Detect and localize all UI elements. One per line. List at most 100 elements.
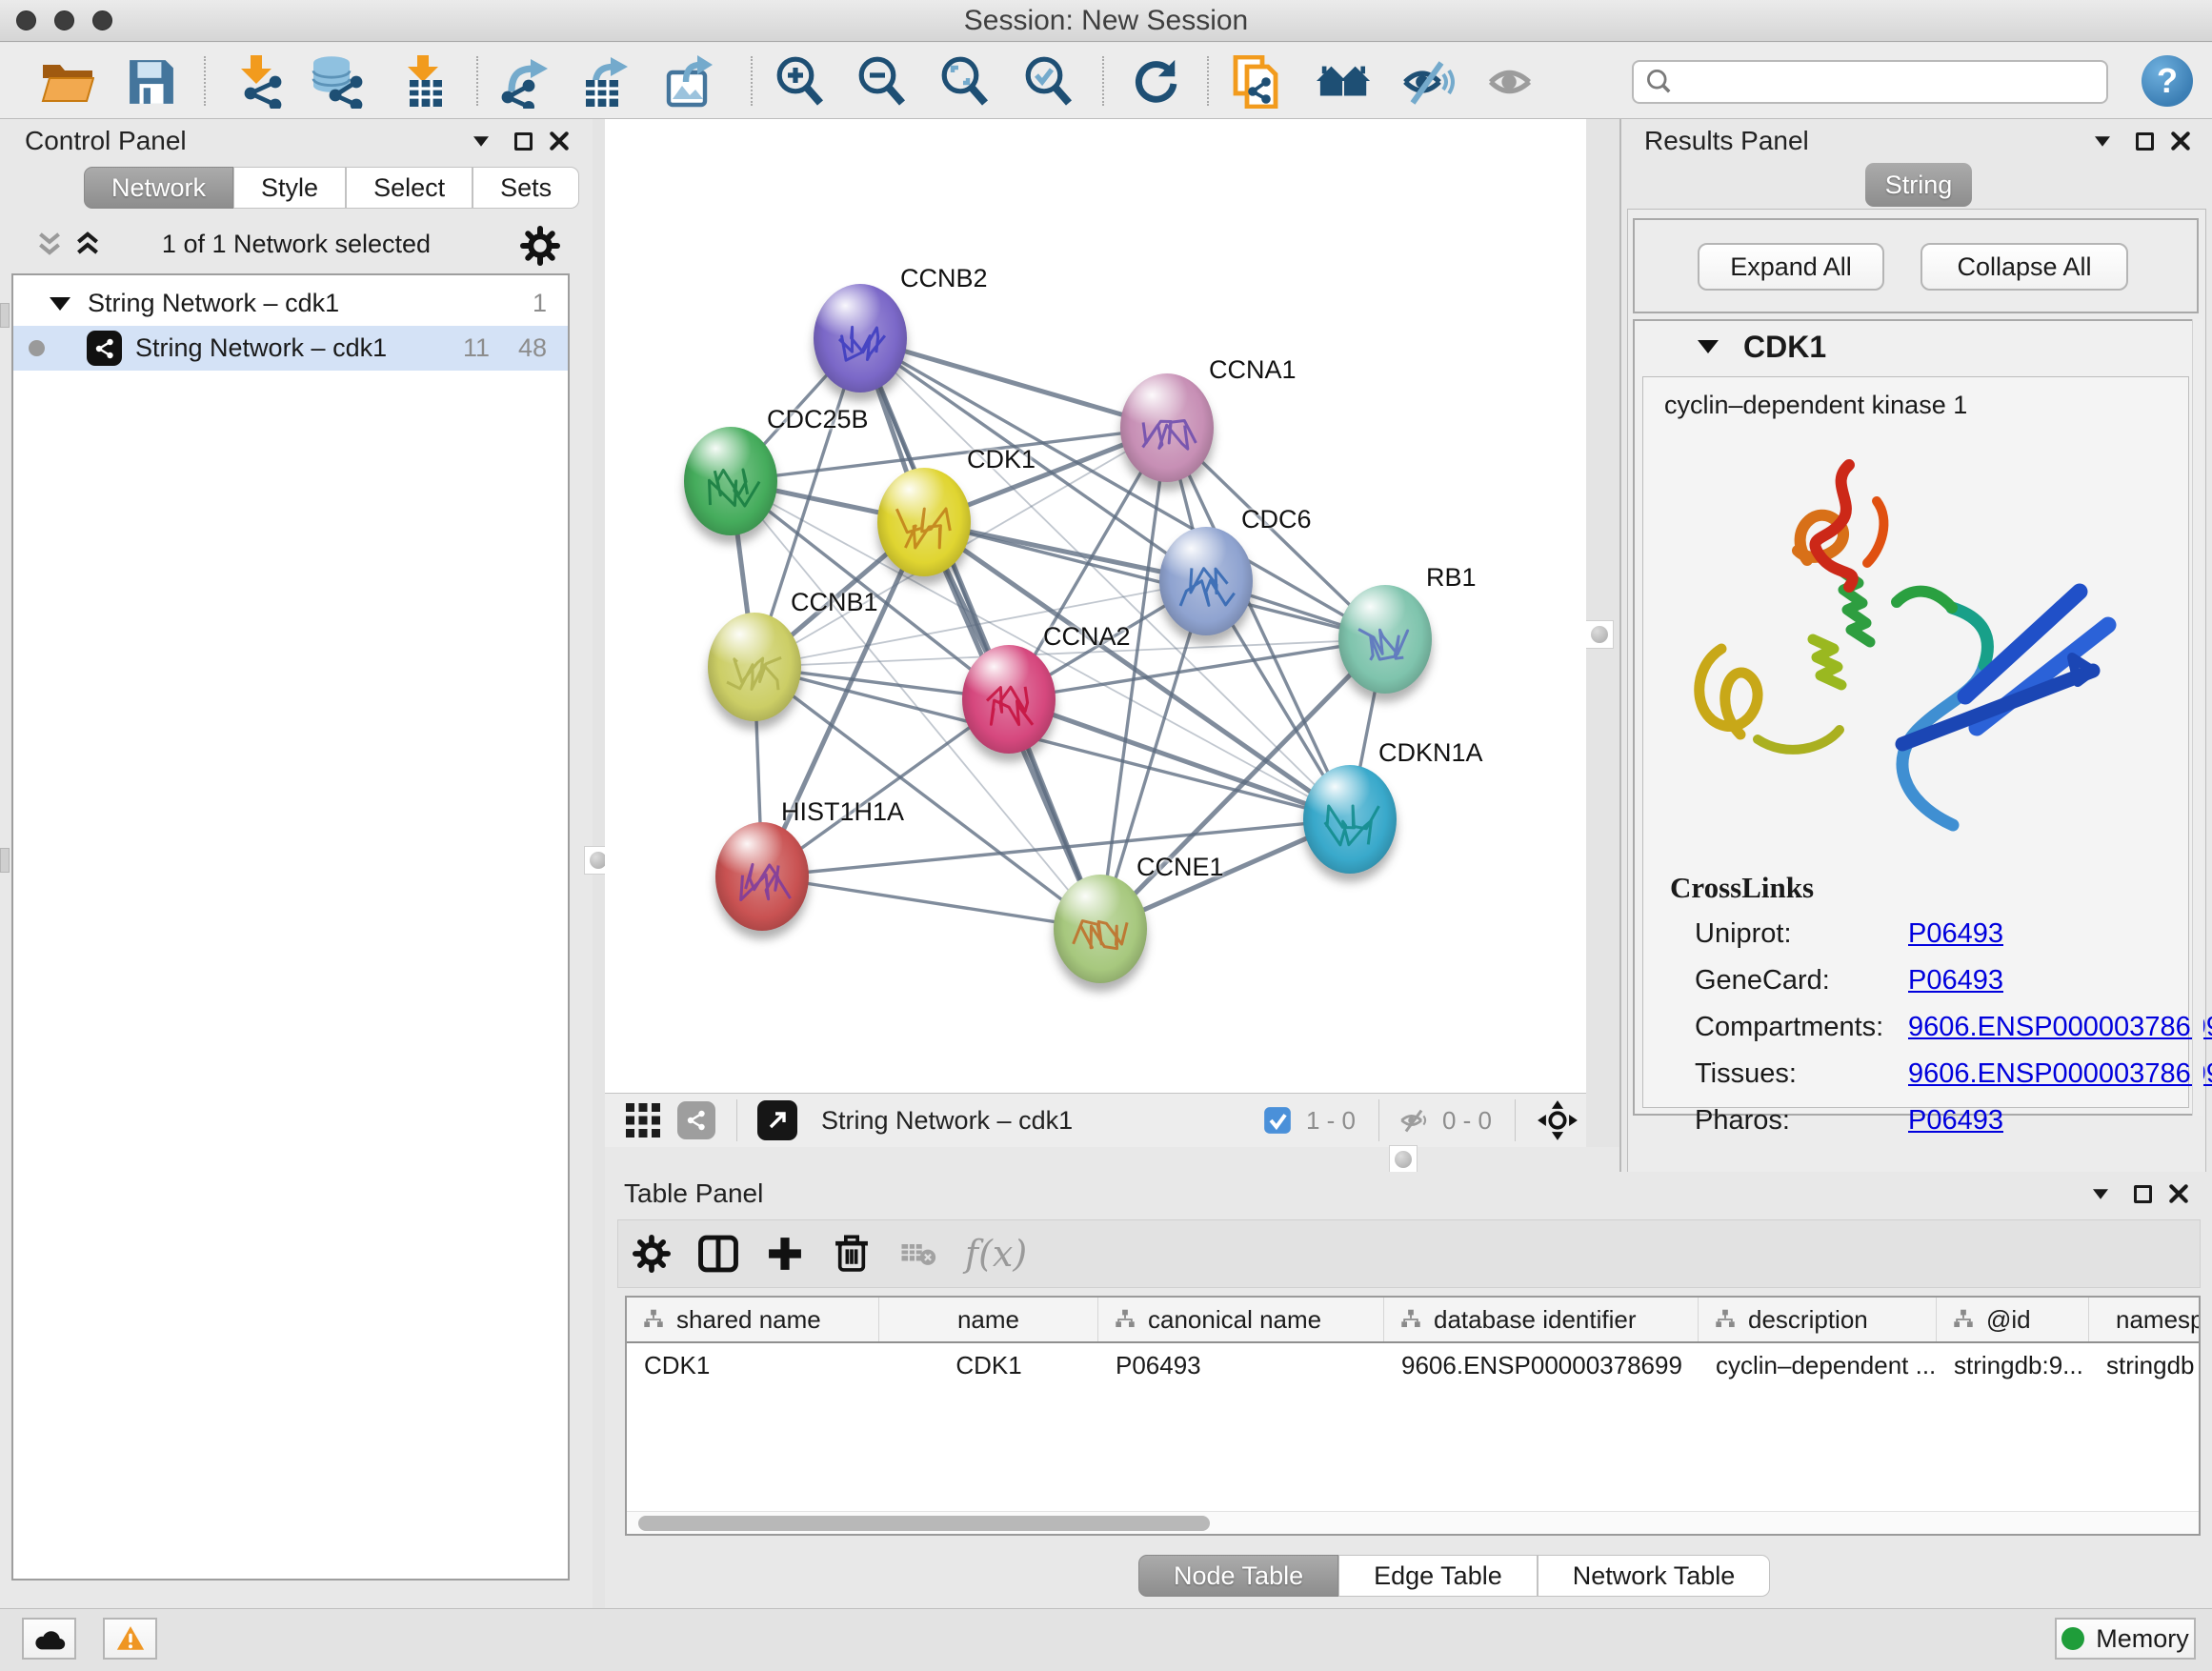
network-node-CCNA1[interactable]: [1120, 373, 1214, 482]
tree-expand-icon[interactable]: [50, 297, 70, 311]
tab-network-table[interactable]: Network Table: [1538, 1555, 1771, 1597]
refresh-icon[interactable]: [1128, 54, 1183, 110]
delete-column-trash-icon[interactable]: [818, 1227, 885, 1280]
panel-float-icon[interactable]: [2126, 1179, 2159, 1208]
home-icon[interactable]: [1317, 54, 1372, 110]
cell-id[interactable]: stringdb:9...: [1937, 1343, 2089, 1387]
crosslink-pharos-link[interactable]: P06493: [1908, 1105, 2003, 1137]
panel-float-icon[interactable]: [2128, 127, 2161, 155]
panel-edge-handle[interactable]: [0, 303, 10, 328]
export-image-icon[interactable]: [662, 54, 717, 110]
gene-entry-header[interactable]: CDK1: [1635, 321, 2197, 372]
network-node-CDC6[interactable]: [1159, 527, 1253, 635]
cell-name[interactable]: CDK1: [879, 1343, 1098, 1387]
splitter-handle[interactable]: [1585, 620, 1614, 649]
column-header[interactable]: database identifier: [1384, 1298, 1699, 1341]
network-node-RB1[interactable]: [1338, 585, 1432, 694]
save-session-icon[interactable]: [124, 54, 179, 110]
network-node-HIST1H1A[interactable]: [715, 822, 809, 931]
left-splitter[interactable]: [593, 119, 605, 1608]
column-header[interactable]: namespace: [2089, 1298, 2199, 1341]
export-network-icon[interactable]: [497, 54, 553, 110]
crosslink-tissues-link[interactable]: 9606.ENSP00000378699: [1908, 1058, 2212, 1090]
column-header[interactable]: canonical name: [1098, 1298, 1384, 1341]
tab-node-table[interactable]: Node Table: [1138, 1555, 1338, 1597]
cell-shared-name[interactable]: CDK1: [627, 1343, 879, 1387]
table-row[interactable]: CDK1 CDK1 P06493 9606.ENSP00000378699 cy…: [627, 1343, 2199, 1387]
panel-menu-icon[interactable]: [2084, 1179, 2117, 1208]
import-table-icon[interactable]: [397, 54, 452, 110]
panel-close-icon[interactable]: [2162, 1179, 2195, 1208]
copy-network-icon[interactable]: [1231, 54, 1286, 110]
tab-style[interactable]: Style: [233, 167, 346, 209]
table-hscrollbar[interactable]: [627, 1511, 2199, 1534]
crosslink-genecard-link[interactable]: P06493: [1908, 965, 2003, 997]
show-columns-icon[interactable]: [685, 1227, 752, 1280]
right-splitter[interactable]: [1583, 119, 1619, 1147]
open-session-icon[interactable]: [40, 54, 95, 110]
panel-close-icon[interactable]: [543, 127, 575, 155]
results-scrollbar[interactable]: [2192, 319, 2203, 1116]
network-collection-row[interactable]: String Network – cdk1 1: [13, 281, 568, 326]
import-network-file-icon[interactable]: [231, 54, 286, 110]
network-node-CDC25B[interactable]: [684, 427, 777, 535]
crosslink-uniprot-link[interactable]: P06493: [1908, 918, 2003, 950]
network-edge-HIST1H1A-CCNE1[interactable]: [762, 876, 1100, 929]
collapse-entry-icon[interactable]: [1698, 340, 1719, 353]
column-header[interactable]: @id: [1937, 1298, 2089, 1341]
tab-edge-table[interactable]: Edge Table: [1338, 1555, 1538, 1597]
network-node-CCNE1[interactable]: [1054, 875, 1147, 983]
tab-select[interactable]: Select: [346, 167, 473, 209]
zoom-fit-icon[interactable]: [938, 54, 994, 110]
column-header[interactable]: name: [879, 1298, 1098, 1341]
tab-network[interactable]: Network: [84, 167, 233, 209]
expand-all-button[interactable]: Expand All: [1698, 243, 1884, 291]
tab-sets[interactable]: Sets: [473, 167, 579, 209]
network-node-CCNB1[interactable]: [708, 613, 801, 721]
search-input[interactable]: [1683, 67, 2106, 98]
table-settings-gear-icon[interactable]: [618, 1227, 685, 1280]
column-header[interactable]: description: [1699, 1298, 1937, 1341]
zoom-out-icon[interactable]: [855, 54, 911, 110]
panel-menu-icon[interactable]: [465, 127, 497, 155]
cell-canonical-name[interactable]: P06493: [1098, 1343, 1384, 1387]
panel-menu-icon[interactable]: [2086, 127, 2119, 155]
network-thumbnail-icon[interactable]: [670, 1094, 723, 1147]
network-canvas[interactable]: CCNB2CCNA1CDC25BCDK1CDC6RB1CCNB1CCNA2CDK…: [605, 119, 1586, 1093]
search-box[interactable]: [1632, 60, 2108, 104]
export-table-icon[interactable]: [579, 54, 634, 110]
splitter-handle[interactable]: [1389, 1145, 1418, 1174]
cell-database-identifier[interactable]: 9606.ENSP00000378699: [1384, 1343, 1699, 1387]
tab-string[interactable]: String: [1865, 163, 1972, 207]
add-column-icon[interactable]: [752, 1227, 818, 1280]
cell-namespace[interactable]: stringdb: [2089, 1343, 2199, 1387]
node-table[interactable]: shared name name canonical name database…: [625, 1296, 2201, 1536]
selected-checkbox-icon[interactable]: [1257, 1094, 1298, 1147]
gear-icon[interactable]: [520, 226, 560, 272]
panel-edge-handle[interactable]: [0, 848, 10, 873]
panel-close-icon[interactable]: [2164, 127, 2197, 155]
grid-view-icon[interactable]: [616, 1094, 670, 1147]
hide-selected-eye-icon[interactable]: [1400, 54, 1456, 110]
help-icon[interactable]: ?: [2142, 55, 2193, 107]
hidden-eye-icon[interactable]: [1393, 1094, 1435, 1147]
cell-description[interactable]: cyclin–dependent ...: [1699, 1343, 1937, 1387]
warnings-button[interactable]: [103, 1618, 157, 1660]
memory-button[interactable]: Memory: [2055, 1618, 2196, 1660]
birdseye-crosshair-icon[interactable]: [1529, 1094, 1586, 1147]
network-node-CDKN1A[interactable]: [1303, 765, 1397, 874]
zoom-in-icon[interactable]: [774, 54, 829, 110]
cloud-button[interactable]: [22, 1618, 76, 1660]
scrollbar-thumb[interactable]: [638, 1516, 1210, 1531]
network-edge-CCNA2-CDKN1A[interactable]: [1009, 699, 1350, 819]
network-node-CDK1[interactable]: [877, 468, 971, 576]
show-all-eye-icon[interactable]: [1483, 54, 1538, 110]
network-node-CCNA2[interactable]: [962, 645, 1056, 754]
collapse-all-button[interactable]: Collapse All: [1920, 243, 2128, 291]
crosslink-compartments-link[interactable]: 9606.ENSP00000378699: [1908, 1012, 2212, 1043]
network-node-CCNB2[interactable]: [814, 284, 907, 393]
network-row[interactable]: String Network – cdk1 11 48: [13, 326, 568, 371]
zoom-selected-icon[interactable]: [1022, 54, 1077, 110]
column-header[interactable]: shared name: [627, 1298, 879, 1341]
detach-view-icon[interactable]: [751, 1094, 804, 1147]
